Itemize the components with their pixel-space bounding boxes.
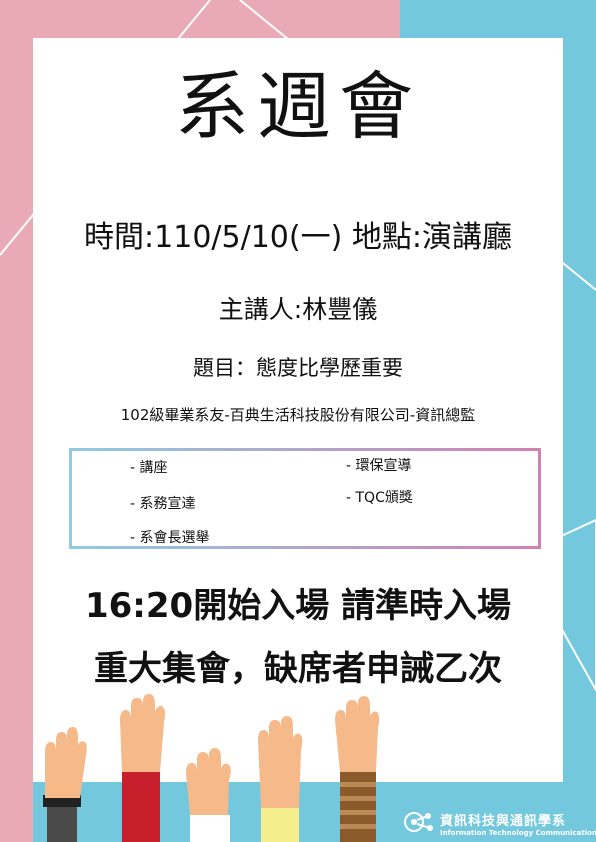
topic: 題目：態度比學歷重要 [193, 356, 403, 380]
department-logo-icon [404, 812, 433, 832]
speaker-bio: 102級畢業系友-百典生活科技股份有限公司-資訊總監 [120, 406, 476, 424]
agenda-box: - 講座 - 系務宣達 - 系會長選舉 - 環保宣導 - TQC頒獎 [69, 448, 541, 549]
logo-name-en: Information Technology Communication [440, 829, 596, 837]
time-place: 時間:110/5/10(一) 地點:演講廳 [84, 220, 512, 255]
agenda-item: - 系務宣達 [130, 496, 196, 512]
agenda-item: - TQC頒獎 [346, 490, 413, 506]
hand-4 [258, 716, 303, 842]
hand-3 [186, 748, 231, 842]
hand-1 [43, 727, 87, 842]
agenda-item: - 系會長選舉 [130, 530, 210, 546]
attendance-notice: 重大集會，缺席者申誡乙次 [94, 649, 502, 689]
hand-5 [335, 696, 380, 842]
poster-title: 系週會 [175, 64, 421, 150]
department-logo: 資訊科技與通訊學系 Information Technology Communi… [440, 810, 596, 837]
hand-2 [120, 694, 166, 842]
speaker: 主講人:林豐儀 [218, 295, 378, 324]
logo-name-zh: 資訊科技與通訊學系 [440, 814, 567, 829]
agenda-item: - 環保宣導 [346, 458, 412, 474]
agenda-item: - 講座 [130, 460, 168, 476]
entry-notice: 16:20開始入場 請準時入場 [84, 586, 512, 626]
